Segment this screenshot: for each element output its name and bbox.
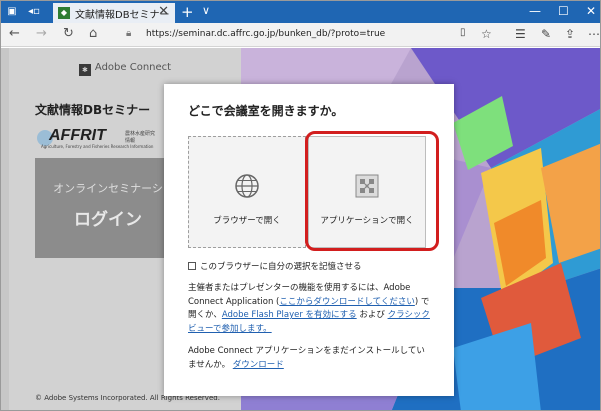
- info2-text: Adobe Connect アプリケーションをまだインストールしていませんか。: [188, 346, 425, 370]
- url-text[interactable]: https://seminar.dc.affrc.go.jp/bunken_db…: [146, 29, 385, 39]
- web-note-pen-icon[interactable]: ✎: [541, 27, 551, 41]
- adobe-connect-header: ✱ Adobe Connect: [9, 62, 241, 76]
- remember-choice-label: このブラウザーに自分の選択を記憶させる: [200, 262, 362, 272]
- maximize-button[interactable]: ☐: [558, 4, 569, 18]
- enable-flash-link[interactable]: Adobe Flash Player を有効にする: [222, 310, 357, 320]
- tab-active[interactable]: ◆ 文献情報DBセミナー ✕: [53, 3, 175, 23]
- tab-title: 文献情報DBセミナー: [75, 10, 170, 21]
- new-tab-button[interactable]: +: [181, 3, 194, 21]
- online-seminar-text: オンラインセミナーシ: [53, 182, 163, 195]
- close-window-button[interactable]: ✕: [586, 4, 596, 18]
- info1-text-c: および: [356, 310, 388, 320]
- favorites-hub-icon[interactable]: ☰: [515, 27, 526, 41]
- refresh-icon[interactable]: ↻: [63, 27, 74, 41]
- share-icon[interactable]: ⇪: [565, 27, 575, 41]
- highlight-annotation: [305, 131, 439, 251]
- seminar-title: 文献情報DBセミナー: [35, 103, 151, 117]
- download-link[interactable]: ダウンロード: [233, 360, 284, 370]
- tab-bar: ▣ ◂▫ ◆ 文献情報DBセミナー ✕ + ∨ — ☐ ✕: [1, 1, 600, 23]
- globe-icon: [235, 174, 259, 198]
- adobe-connect-favicon-icon: ◆: [58, 7, 70, 19]
- reading-view-icon[interactable]: ▯: [460, 27, 466, 38]
- favorite-star-icon[interactable]: ☆: [481, 27, 492, 41]
- affrit-jp-name: 農林水産研究情報: [125, 131, 156, 144]
- download-here-link[interactable]: ここからダウンロードしてください: [279, 297, 415, 307]
- adobe-connect-label: Adobe Connect: [94, 62, 172, 73]
- back-arrow-icon[interactable]: ←: [9, 27, 20, 41]
- open-in-browser-label: ブラウザーで開く: [213, 216, 281, 226]
- address-toolbar: ← → ↻ ⌂ 🔒︎ https://seminar.dc.affrc.go.j…: [1, 23, 600, 47]
- tab-list-chevron-icon[interactable]: ∨: [202, 4, 210, 17]
- affrit-subtitle: Agriculture, Forestry and Fisheries Rese…: [41, 144, 154, 149]
- minimize-button[interactable]: —: [529, 4, 541, 18]
- login-banner: オンラインセミナーシ ログイン: [35, 158, 181, 258]
- set-tabs-aside-icon[interactable]: ◂▫: [27, 5, 41, 19]
- more-dots-icon[interactable]: ⋯: [588, 27, 600, 41]
- browser-window: ▣ ◂▫ ◆ 文献情報DBセミナー ✕ + ∨ — ☐ ✕ ← → ↻ ⌂ 🔒︎…: [0, 0, 601, 411]
- lock-icon: 🔒︎: [126, 28, 132, 39]
- dialog-title: どこで会議室を開きますか。: [188, 104, 344, 118]
- home-icon[interactable]: ⌂: [89, 27, 97, 41]
- install-info-text: Adobe Connect アプリケーションをまだインストールしていませんか。 …: [188, 345, 433, 372]
- open-in-browser-button[interactable]: ブラウザーで開く: [188, 136, 306, 248]
- remember-choice-checkbox[interactable]: このブラウザーに自分の選択を記憶させる: [188, 260, 362, 272]
- affrit-logo: AFFRIT 農林水産研究情報 Agriculture, Forestry an…: [37, 126, 159, 150]
- presenter-info-text: 主催者またはプレゼンターの機能を使用するには、Adobe Connect App…: [188, 282, 433, 336]
- address-bar[interactable]: 🔒︎ https://seminar.dc.affrc.go.jp/bunken…: [116, 26, 471, 44]
- login-heading: ログイン: [74, 210, 142, 230]
- tab-close-icon[interactable]: ✕: [158, 4, 169, 19]
- tab-actions-icon[interactable]: ▣: [5, 5, 19, 19]
- adobe-connect-logo-icon: ✱: [78, 64, 91, 76]
- checkbox-box[interactable]: [188, 262, 196, 270]
- affrit-brand: AFFRIT: [49, 127, 106, 144]
- forward-arrow-icon[interactable]: →: [36, 27, 47, 41]
